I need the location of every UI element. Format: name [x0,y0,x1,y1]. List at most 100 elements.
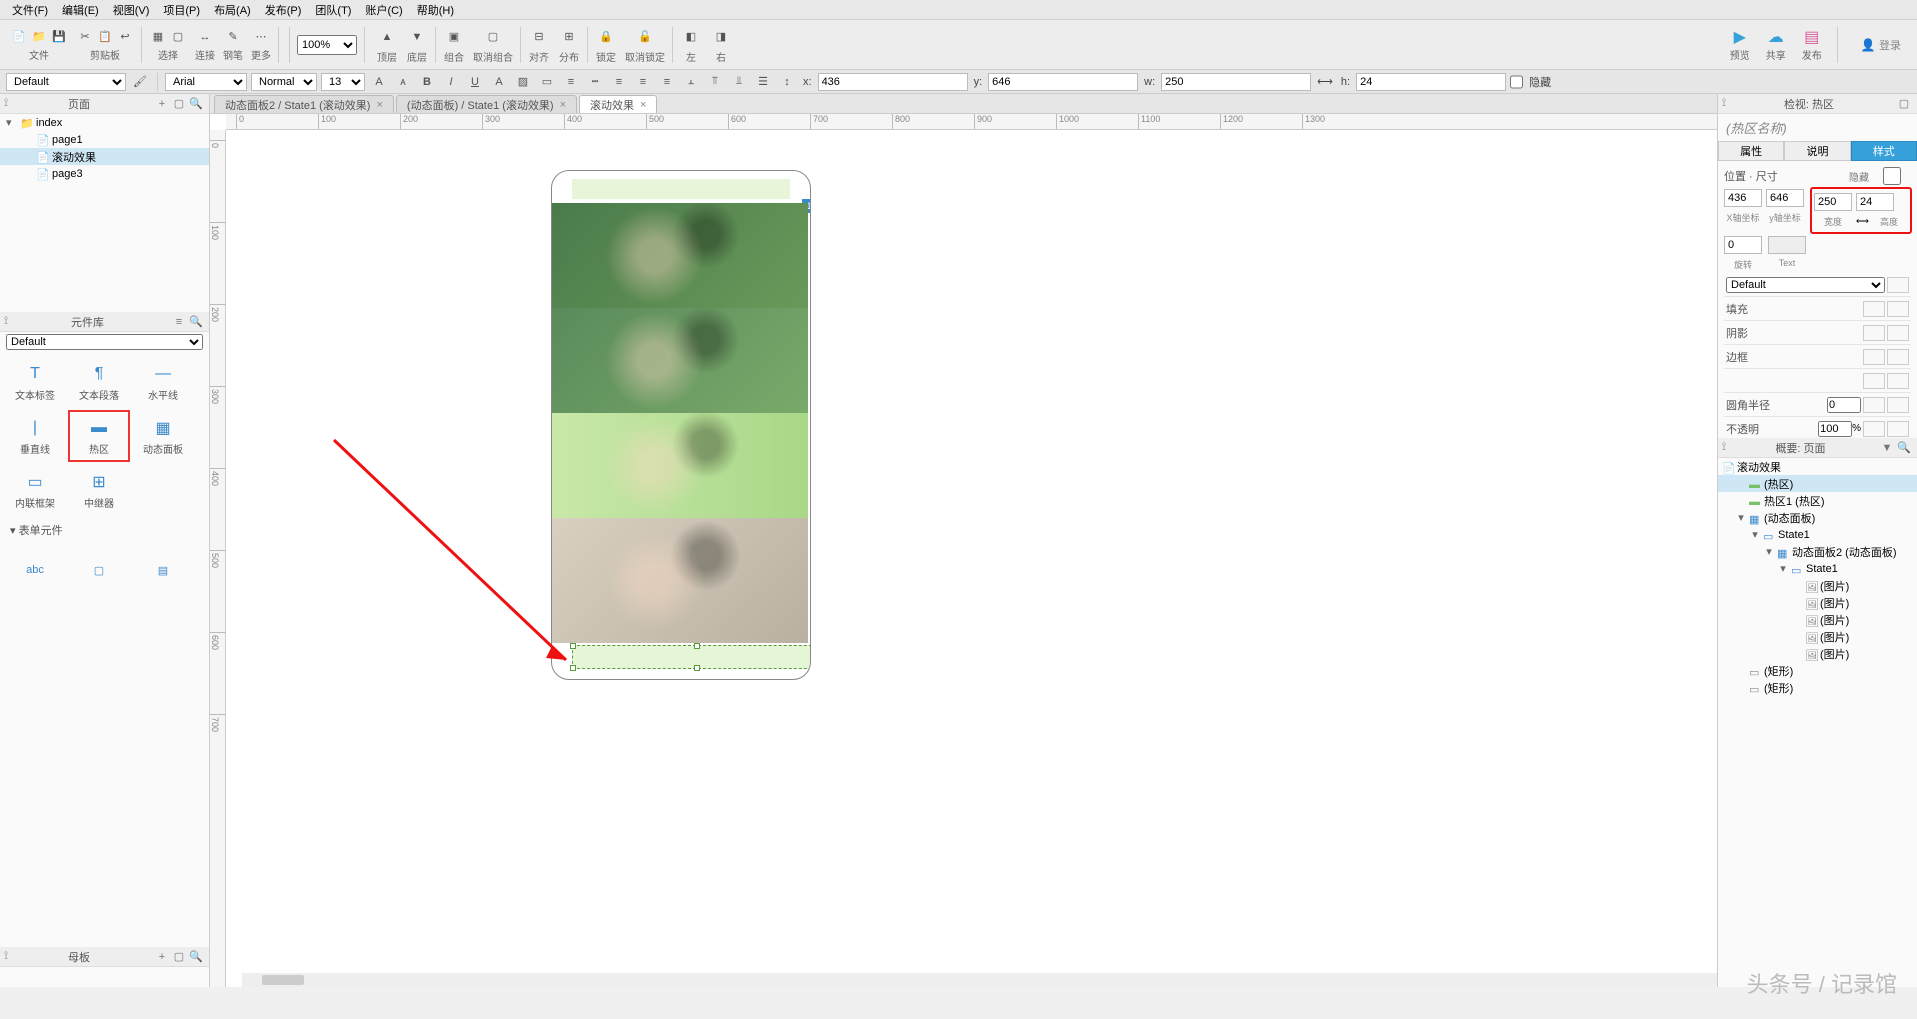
element-name-field[interactable]: (热区名称) [1718,114,1917,141]
toolbar-icon[interactable]: ▲ [376,26,398,48]
outline-item[interactable]: ▬(热区) [1718,475,1917,492]
close-icon[interactable]: × [560,99,566,111]
search-icon[interactable]: 🔍 [189,315,203,329]
w-input[interactable] [1161,73,1311,91]
pin-icon[interactable]: ⟟ [4,315,8,328]
fill-color-icon[interactable]: ▨ [513,73,533,91]
valign-mid-icon[interactable]: ⫪ [705,73,725,91]
add-page-icon[interactable]: + [155,97,169,111]
inspector-tab-属性[interactable]: 属性 [1718,141,1784,161]
sitemap-item[interactable]: 📄滚动效果 [0,148,209,165]
style-manage-icon[interactable] [1887,277,1909,293]
library-widget-水平线[interactable]: —水平线 [132,356,194,408]
font-size-up-icon[interactable]: A [369,73,389,91]
underline-icon[interactable]: U [465,73,485,91]
sitemap-item[interactable]: 📄page1 [0,131,209,148]
outline-root[interactable]: 📄滚动效果 [1718,458,1917,475]
lock-aspect-icon[interactable]: ⟷ [1315,75,1335,88]
editor-tab[interactable]: 滚动效果× [579,95,657,113]
library-widget-热区[interactable]: ▬热区 [68,410,130,462]
library-widget[interactable]: ▤ [132,544,194,596]
prop-control[interactable] [1863,301,1885,317]
radius-input[interactable] [1827,397,1861,413]
outline-item[interactable]: ▾▦(动态面板) [1718,509,1917,526]
outline-item[interactable]: ▭(矩形) [1718,662,1917,679]
font-weight-select[interactable]: Normal [251,73,317,91]
style-preset-select[interactable]: Default [6,73,126,91]
login-button[interactable]: 👤 登录 [1851,37,1911,53]
library-section[interactable]: ▾ 表单元件 [4,518,205,542]
insp-rot-input[interactable] [1724,236,1762,254]
library-widget[interactable]: abc [4,544,66,596]
list-icon[interactable]: ☰ [753,73,773,91]
insp-h-input[interactable] [1856,193,1894,211]
prop-control[interactable] [1863,373,1885,389]
search-icon[interactable]: 🔍 [1897,441,1911,455]
toolbar-发布-button[interactable]: ▤发布 [1800,27,1824,62]
outline-item[interactable]: ▾▭State1 [1718,560,1917,577]
toolbar-icon[interactable]: ↔ [196,28,214,46]
resize-handle[interactable] [694,643,700,649]
canvas-image-2[interactable] [552,308,808,413]
prop-control[interactable] [1887,325,1909,341]
x-input[interactable] [818,73,968,91]
toolbar-icon[interactable]: ⊟ [528,26,550,48]
toolbar-icon[interactable]: ⋯ [252,28,270,46]
canvas-image-3[interactable] [552,413,808,518]
font-size-down-icon[interactable]: ᴀ [393,73,413,91]
toolbar-icon[interactable]: 📁 [30,28,48,46]
font-select[interactable]: Arial [165,73,247,91]
line-height-icon[interactable]: ↕ [777,73,797,91]
toolbar-icon[interactable]: ▢ [169,28,187,46]
toolbar-icon[interactable]: ◧ [680,26,702,48]
insp-x-input[interactable] [1724,189,1762,207]
prop-control[interactable] [1887,373,1909,389]
outline-item[interactable]: 🖼(图片) [1718,628,1917,645]
insp-y-input[interactable] [1766,189,1804,207]
inspector-tab-说明[interactable]: 说明 [1784,141,1850,161]
editor-tab[interactable]: (动态面板) / State1 (滚动效果)× [396,95,577,113]
toolbar-icon[interactable]: ↩ [116,28,134,46]
filter-icon[interactable]: ▼ [1880,441,1894,455]
menu-item[interactable]: 文件(F) [6,0,54,20]
border-color-icon[interactable]: ▭ [537,73,557,91]
add-icon[interactable]: + [155,950,169,964]
outline-item[interactable]: 🖼(图片) [1718,611,1917,628]
hide-checkbox[interactable] [1510,73,1523,91]
library-widget-中继器[interactable]: ⊞中继器 [68,464,130,516]
canvas-image-4[interactable] [552,518,808,643]
prop-control[interactable] [1863,397,1885,413]
toolbar-icon[interactable]: ✂ [76,28,94,46]
library-widget-文本段落[interactable]: ¶文本段落 [68,356,130,408]
insp-text-input[interactable] [1768,236,1806,254]
prop-control[interactable] [1887,301,1909,317]
outline-item[interactable]: ▾▭State1 [1718,526,1917,543]
scroll-thumb[interactable] [262,975,304,985]
pin-icon[interactable]: ⟟ [4,97,8,110]
font-size-select[interactable]: 13 [321,73,365,91]
valign-bot-icon[interactable]: ⫫ [729,73,749,91]
close-icon[interactable]: × [376,99,382,111]
menu-item[interactable]: 视图(V) [107,0,156,20]
add-folder-icon[interactable]: ▢ [172,97,186,111]
zoom-select[interactable]: 100% [297,35,357,55]
outline-item[interactable]: 🖼(图片) [1718,594,1917,611]
menu-item[interactable]: 发布(P) [259,0,308,20]
border-width-icon[interactable]: ≡ [561,73,581,91]
align-right-icon[interactable]: ≡ [657,73,677,91]
toolbar-预览-button[interactable]: ▶预览 [1728,27,1752,62]
toolbar-icon[interactable]: 🔓 [634,26,656,48]
outline-item[interactable]: ▾▦动态面板2 (动态面板) [1718,543,1917,560]
library-widget-垂直线[interactable]: |垂直线 [4,410,66,462]
library-widget-动态面板[interactable]: ▦动态面板 [132,410,194,462]
valign-top-icon[interactable]: ⫠ [681,73,701,91]
paint-icon[interactable]: 🖌 [130,73,150,91]
hotspot-selected[interactable] [572,645,811,669]
bold-icon[interactable]: B [417,73,437,91]
menu-icon[interactable]: ≡ [172,315,186,329]
pin-icon[interactable]: ⟟ [4,950,8,963]
sitemap-item[interactable]: 📄page3 [0,165,209,182]
menu-item[interactable]: 项目(P) [157,0,206,20]
y-input[interactable] [988,73,1138,91]
canvas[interactable]: 1 [226,130,1717,987]
